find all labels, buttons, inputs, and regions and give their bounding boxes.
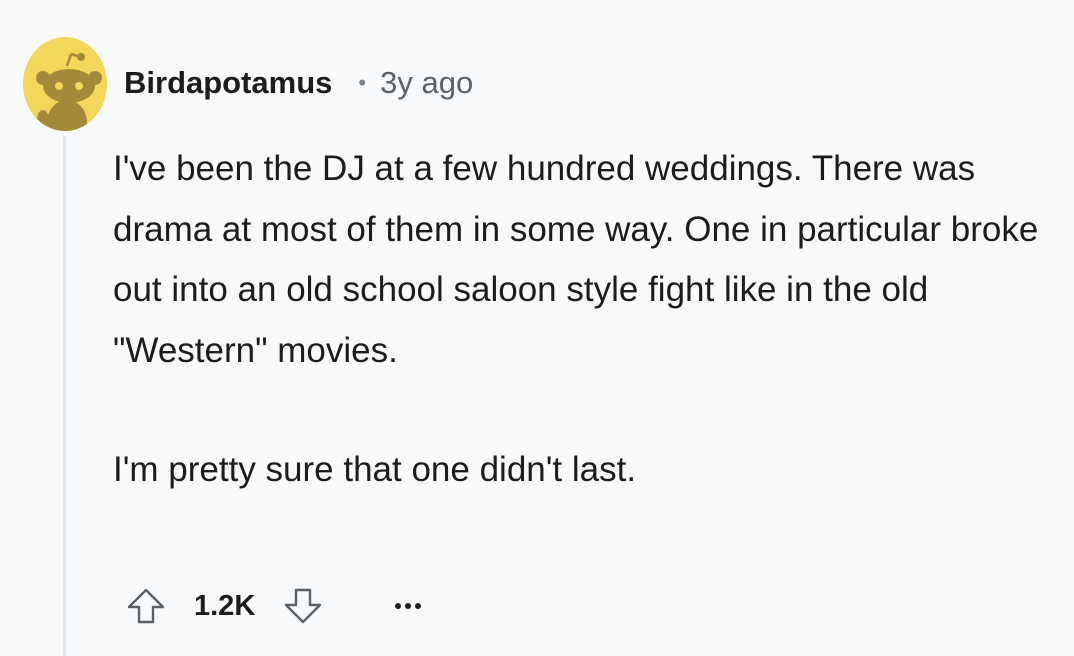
comment: Birdapotamus • 3y ago I've been the DJ a…: [0, 0, 1074, 656]
more-options-icon: [405, 603, 412, 609]
downvote-button[interactable]: [281, 584, 325, 628]
more-options-button[interactable]: [395, 584, 422, 628]
upvote-button[interactable]: [124, 584, 168, 628]
more-options-icon: [415, 603, 422, 609]
comment-paragraph: I'm pretty sure that one didn't last.: [113, 450, 637, 489]
comment-actions: 1.2K: [124, 584, 422, 628]
comment-paragraph: I've been the DJ at a few hundred weddin…: [113, 149, 1039, 370]
meta-separator: •: [358, 70, 367, 95]
upvote-arrow-icon: [127, 588, 165, 624]
avatar[interactable]: [23, 36, 107, 132]
vote-score: 1.2K: [194, 589, 256, 622]
comment-meta: Birdapotamus • 3y ago: [124, 61, 473, 105]
timestamp[interactable]: 3y ago: [380, 65, 473, 101]
more-options-icon: [395, 603, 402, 609]
comment-body: I've been the DJ at a few hundred weddin…: [113, 139, 1053, 501]
thread-line[interactable]: [63, 136, 66, 656]
snoo-avatar-icon: [23, 37, 107, 131]
downvote-arrow-icon: [285, 588, 322, 624]
author-name[interactable]: Birdapotamus: [124, 65, 332, 101]
